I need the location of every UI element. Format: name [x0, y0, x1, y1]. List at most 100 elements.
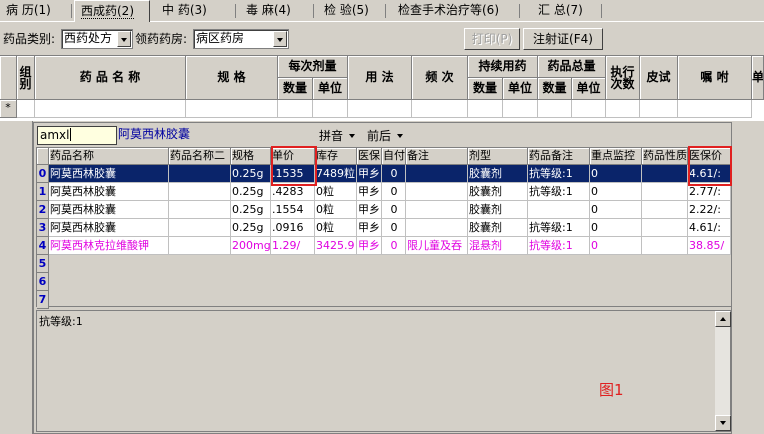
cell-skin-test[interactable]: [640, 100, 678, 118]
pinyin-menu[interactable]: 拼音: [319, 127, 356, 145]
col-dose-unit: 单位: [313, 78, 348, 100]
cell-form: 胶囊剂: [468, 201, 528, 219]
scroll-up-icon[interactable]: [715, 311, 731, 327]
cell-selfpay: 0: [382, 219, 406, 237]
scroll-down-icon[interactable]: [715, 415, 731, 431]
header-spec[interactable]: 规格: [231, 148, 271, 165]
row-number[interactable]: 7: [37, 291, 49, 309]
injection-cert-button[interactable]: 注射证(F4): [523, 28, 603, 50]
cell-selfpay: 0: [382, 165, 406, 183]
col-cont-unit: 单位: [503, 78, 538, 100]
tab-narcotics[interactable]: 毒 麻(4): [240, 2, 314, 21]
cell-drug-name[interactable]: [35, 100, 186, 118]
order-menu[interactable]: 前后: [367, 127, 404, 145]
header-drug-name[interactable]: 药品名称: [49, 148, 169, 165]
tab-exams-surgery[interactable]: 检查手术治疗等(6): [392, 2, 520, 21]
header-stock[interactable]: 库存: [315, 148, 357, 165]
col-instruction: 嘱 咐: [678, 56, 752, 100]
cell-cont-qty[interactable]: [468, 100, 503, 118]
cell-selfpay: 0: [382, 201, 406, 219]
drug-search-input[interactable]: amxl: [37, 126, 117, 145]
drug-results-table: 药品名称 药品名称二 规格 单价 库存 医保 自付 备注 剂型 药品备注 重点监…: [36, 146, 732, 309]
header-self-pay[interactable]: 自付: [382, 148, 406, 165]
cell-insurance: 甲乡: [357, 183, 382, 201]
cell-name2: [169, 237, 231, 255]
cell-group[interactable]: [17, 100, 35, 118]
header-note[interactable]: 备注: [406, 148, 468, 165]
price-highlight-box: [271, 146, 317, 186]
cell-dose-qty[interactable]: [278, 100, 313, 118]
tab-medical-record[interactable]: 病 历(1): [0, 2, 72, 21]
result-row[interactable]: 阿莫西林胶囊 0.25g .1554 0粒 甲乡 0 胶囊剂 0 2.22/:: [49, 201, 731, 219]
new-row-marker[interactable]: *: [0, 100, 17, 118]
prescription-grid: 组别 药 品 名 称 规 格 每次剂量 数量 单位 用 法 频 次 持续用药 数…: [0, 55, 764, 121]
header-drug-name2[interactable]: 药品名称二: [169, 148, 231, 165]
row-number[interactable]: 6: [37, 273, 49, 291]
grid-corner: [0, 56, 17, 100]
tab-lab-tests[interactable]: 检 验(5): [318, 2, 386, 21]
category-select[interactable]: 西药处方: [61, 29, 133, 49]
result-row[interactable]: 阿莫西林胶囊 0.25g .1535 7489粒 甲乡 0 胶囊剂 抗等级:1 …: [49, 165, 731, 183]
row-number[interactable]: 3: [37, 219, 49, 237]
pharmacy-label: 领药药房:: [135, 32, 188, 46]
pharmacy-select[interactable]: 病区药房: [193, 29, 289, 49]
header-dosage-form[interactable]: 剂型: [468, 148, 528, 165]
result-row[interactable]: 阿莫西林胶囊 0.25g .0916 0粒 甲乡 0 胶囊剂 抗等级:1 0 4…: [49, 219, 731, 237]
col-group: 组别: [17, 56, 35, 100]
cell-drug-note: 抗等级:1: [528, 219, 590, 237]
chevron-down-icon[interactable]: [273, 31, 287, 47]
cell-total-unit[interactable]: [572, 100, 606, 118]
cell-spec: 0.25g: [231, 183, 271, 201]
cell-exec-times[interactable]: [606, 100, 640, 118]
cell-selfpay: 0: [382, 237, 406, 255]
row-number[interactable]: 4: [37, 237, 49, 255]
cell-note: [406, 165, 468, 183]
cell-frequency[interactable]: [412, 100, 468, 118]
cell-drug-note: 抗等级:1: [528, 237, 590, 255]
tab-summary[interactable]: 汇 总(7): [532, 2, 602, 21]
cell-price: .0916: [271, 219, 315, 237]
row-number[interactable]: 5: [37, 255, 49, 273]
cell-dose-unit[interactable]: [313, 100, 348, 118]
cell-stock: 3425.9: [315, 237, 357, 255]
cell-name2: [169, 165, 231, 183]
header-key-monitor[interactable]: 重点监控: [590, 148, 642, 165]
cell-total-qty[interactable]: [538, 100, 572, 118]
result-row[interactable]: 阿莫西林克拉维酸钾 200mg: 1.29/ 3425.9 甲乡 0 限儿童及吞…: [49, 237, 731, 255]
cell-monitor: 0: [590, 183, 642, 201]
cell-monitor: 0: [590, 201, 642, 219]
col-drug-name: 药 品 名 称: [35, 56, 186, 100]
cell-form: 胶囊剂: [468, 165, 528, 183]
insurance-price-highlight-box: [688, 146, 732, 186]
cell-name2: [169, 201, 231, 219]
row-number[interactable]: 2: [37, 201, 49, 219]
chevron-down-icon[interactable]: [117, 31, 131, 47]
cell-price: .1554: [271, 201, 315, 219]
header-drug-nature[interactable]: 药品性质: [642, 148, 688, 165]
cell-usage[interactable]: [348, 100, 412, 118]
cell-note: [406, 201, 468, 219]
result-row[interactable]: 阿莫西林胶囊 0.25g .4283 0粒 甲乡 0 胶囊剂 抗等级:1 0 2…: [49, 183, 731, 201]
cell-form: 胶囊剂: [468, 183, 528, 201]
print-button[interactable]: 打印(P): [464, 28, 520, 50]
row-number[interactable]: 1: [37, 183, 49, 201]
cell-cont-unit[interactable]: [503, 100, 538, 118]
col-frequency: 频 次: [412, 56, 468, 100]
memo-scrollbar[interactable]: [714, 311, 731, 431]
tab-chinese-medicine[interactable]: 中 药(3): [156, 2, 236, 21]
header-drug-note[interactable]: 药品备注: [528, 148, 590, 165]
cell-spec[interactable]: [186, 100, 278, 118]
cell-instruction[interactable]: [678, 100, 752, 118]
cell-name: 阿莫西林胶囊: [49, 219, 169, 237]
col-total-unit: 单位: [572, 78, 606, 100]
row-number[interactable]: 0: [37, 165, 49, 183]
cell-drug-note: 抗等级:1: [528, 165, 590, 183]
header-insurance[interactable]: 医保: [357, 148, 382, 165]
col-exec-times: 执行次数: [606, 56, 640, 100]
col-skin-test: 皮试: [640, 56, 678, 100]
chevron-down-icon: [397, 134, 404, 138]
grid-left-strip: [0, 121, 33, 434]
cell-nature: [642, 165, 688, 183]
cell-note: [406, 219, 468, 237]
tab-western-medicine[interactable]: 西成药(2): [74, 0, 150, 22]
